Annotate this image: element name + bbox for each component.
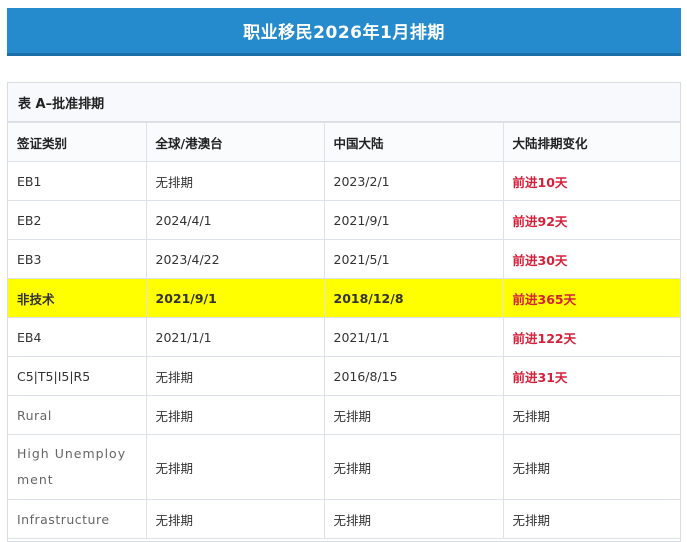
cell-change: 无排期 — [502, 434, 680, 500]
cell-china: 2018/12/8 — [323, 278, 504, 318]
cell-category: Rural — [8, 395, 147, 435]
cell-china: 2023/2/1 — [323, 161, 504, 201]
cell-category: C5|T5|I5|R5 — [8, 356, 147, 396]
cell-change: 前进92天 — [502, 200, 680, 240]
cell-china: 无排期 — [323, 434, 504, 500]
header-global: 全球/港澳台 — [145, 122, 325, 162]
cell-china: 2021/1/1 — [323, 317, 504, 357]
header-china: 中国大陆 — [323, 122, 504, 162]
cell-china: 无排期 — [323, 499, 504, 539]
cell-global: 2024/4/1 — [145, 200, 325, 240]
table-row: EB2 2024/4/1 2021/9/1 前进92天 — [8, 200, 680, 240]
cell-change: 无排期 — [502, 499, 680, 539]
cell-china: 无排期 — [323, 395, 504, 435]
cell-change: 前进122天 — [502, 317, 680, 357]
cell-global: 无排期 — [145, 356, 325, 396]
cell-change: 前进31天 — [502, 356, 680, 396]
page-title-banner: 职业移民2026年1月排期 — [7, 8, 681, 56]
cell-china: 2021/5/1 — [323, 239, 504, 279]
table-row: C5|T5|I5|R5 无排期 2016/8/15 前进31天 — [8, 356, 680, 396]
cell-category: High Unemployment — [8, 434, 147, 500]
priority-date-table: 签证类别 全球/港澳台 中国大陆 大陆排期变化 EB1 无排期 2023/2/1… — [8, 122, 680, 539]
cell-change: 前进10天 — [502, 161, 680, 201]
cell-global: 无排期 — [145, 434, 325, 500]
cell-change: 前进30天 — [502, 239, 680, 279]
table-row: EB1 无排期 2023/2/1 前进10天 — [8, 161, 680, 201]
visa-bulletin-table: 表 A–批准排期 签证类别 全球/港澳台 中国大陆 大陆排期变化 EB1 无排期… — [7, 82, 681, 542]
table-row: EB3 2023/4/22 2021/5/1 前进30天 — [8, 239, 680, 279]
cell-global: 2021/1/1 — [145, 317, 325, 357]
cell-change: 无排期 — [502, 395, 680, 435]
cell-global: 无排期 — [145, 499, 325, 539]
table-row: High Unemployment 无排期 无排期 无排期 — [8, 434, 680, 500]
cell-global: 2021/9/1 — [145, 278, 325, 318]
cell-global: 无排期 — [145, 161, 325, 201]
cell-category: EB4 — [8, 317, 147, 357]
table-header-row: 签证类别 全球/港澳台 中国大陆 大陆排期变化 — [8, 122, 680, 162]
cell-category: EB2 — [8, 200, 147, 240]
header-change: 大陆排期变化 — [502, 122, 680, 162]
cell-china: 2016/8/15 — [323, 356, 504, 396]
cell-category: EB3 — [8, 239, 147, 279]
table-row: Rural 无排期 无排期 无排期 — [8, 395, 680, 435]
table-caption: 表 A–批准排期 — [8, 83, 680, 122]
page-title: 职业移民2026年1月排期 — [243, 23, 445, 43]
table-row: Infrastructure 无排期 无排期 无排期 — [8, 499, 680, 539]
cell-category: Infrastructure — [8, 499, 147, 539]
table-row-highlighted: 非技术 2021/9/1 2018/12/8 前进365天 — [8, 278, 680, 318]
cell-global: 2023/4/22 — [145, 239, 325, 279]
table-row: EB4 2021/1/1 2021/1/1 前进122天 — [8, 317, 680, 357]
cell-china: 2021/9/1 — [323, 200, 504, 240]
cell-category: 非技术 — [8, 278, 147, 318]
cell-global: 无排期 — [145, 395, 325, 435]
cell-category: EB1 — [8, 161, 147, 201]
header-category: 签证类别 — [8, 122, 147, 162]
cell-change: 前进365天 — [502, 278, 680, 318]
